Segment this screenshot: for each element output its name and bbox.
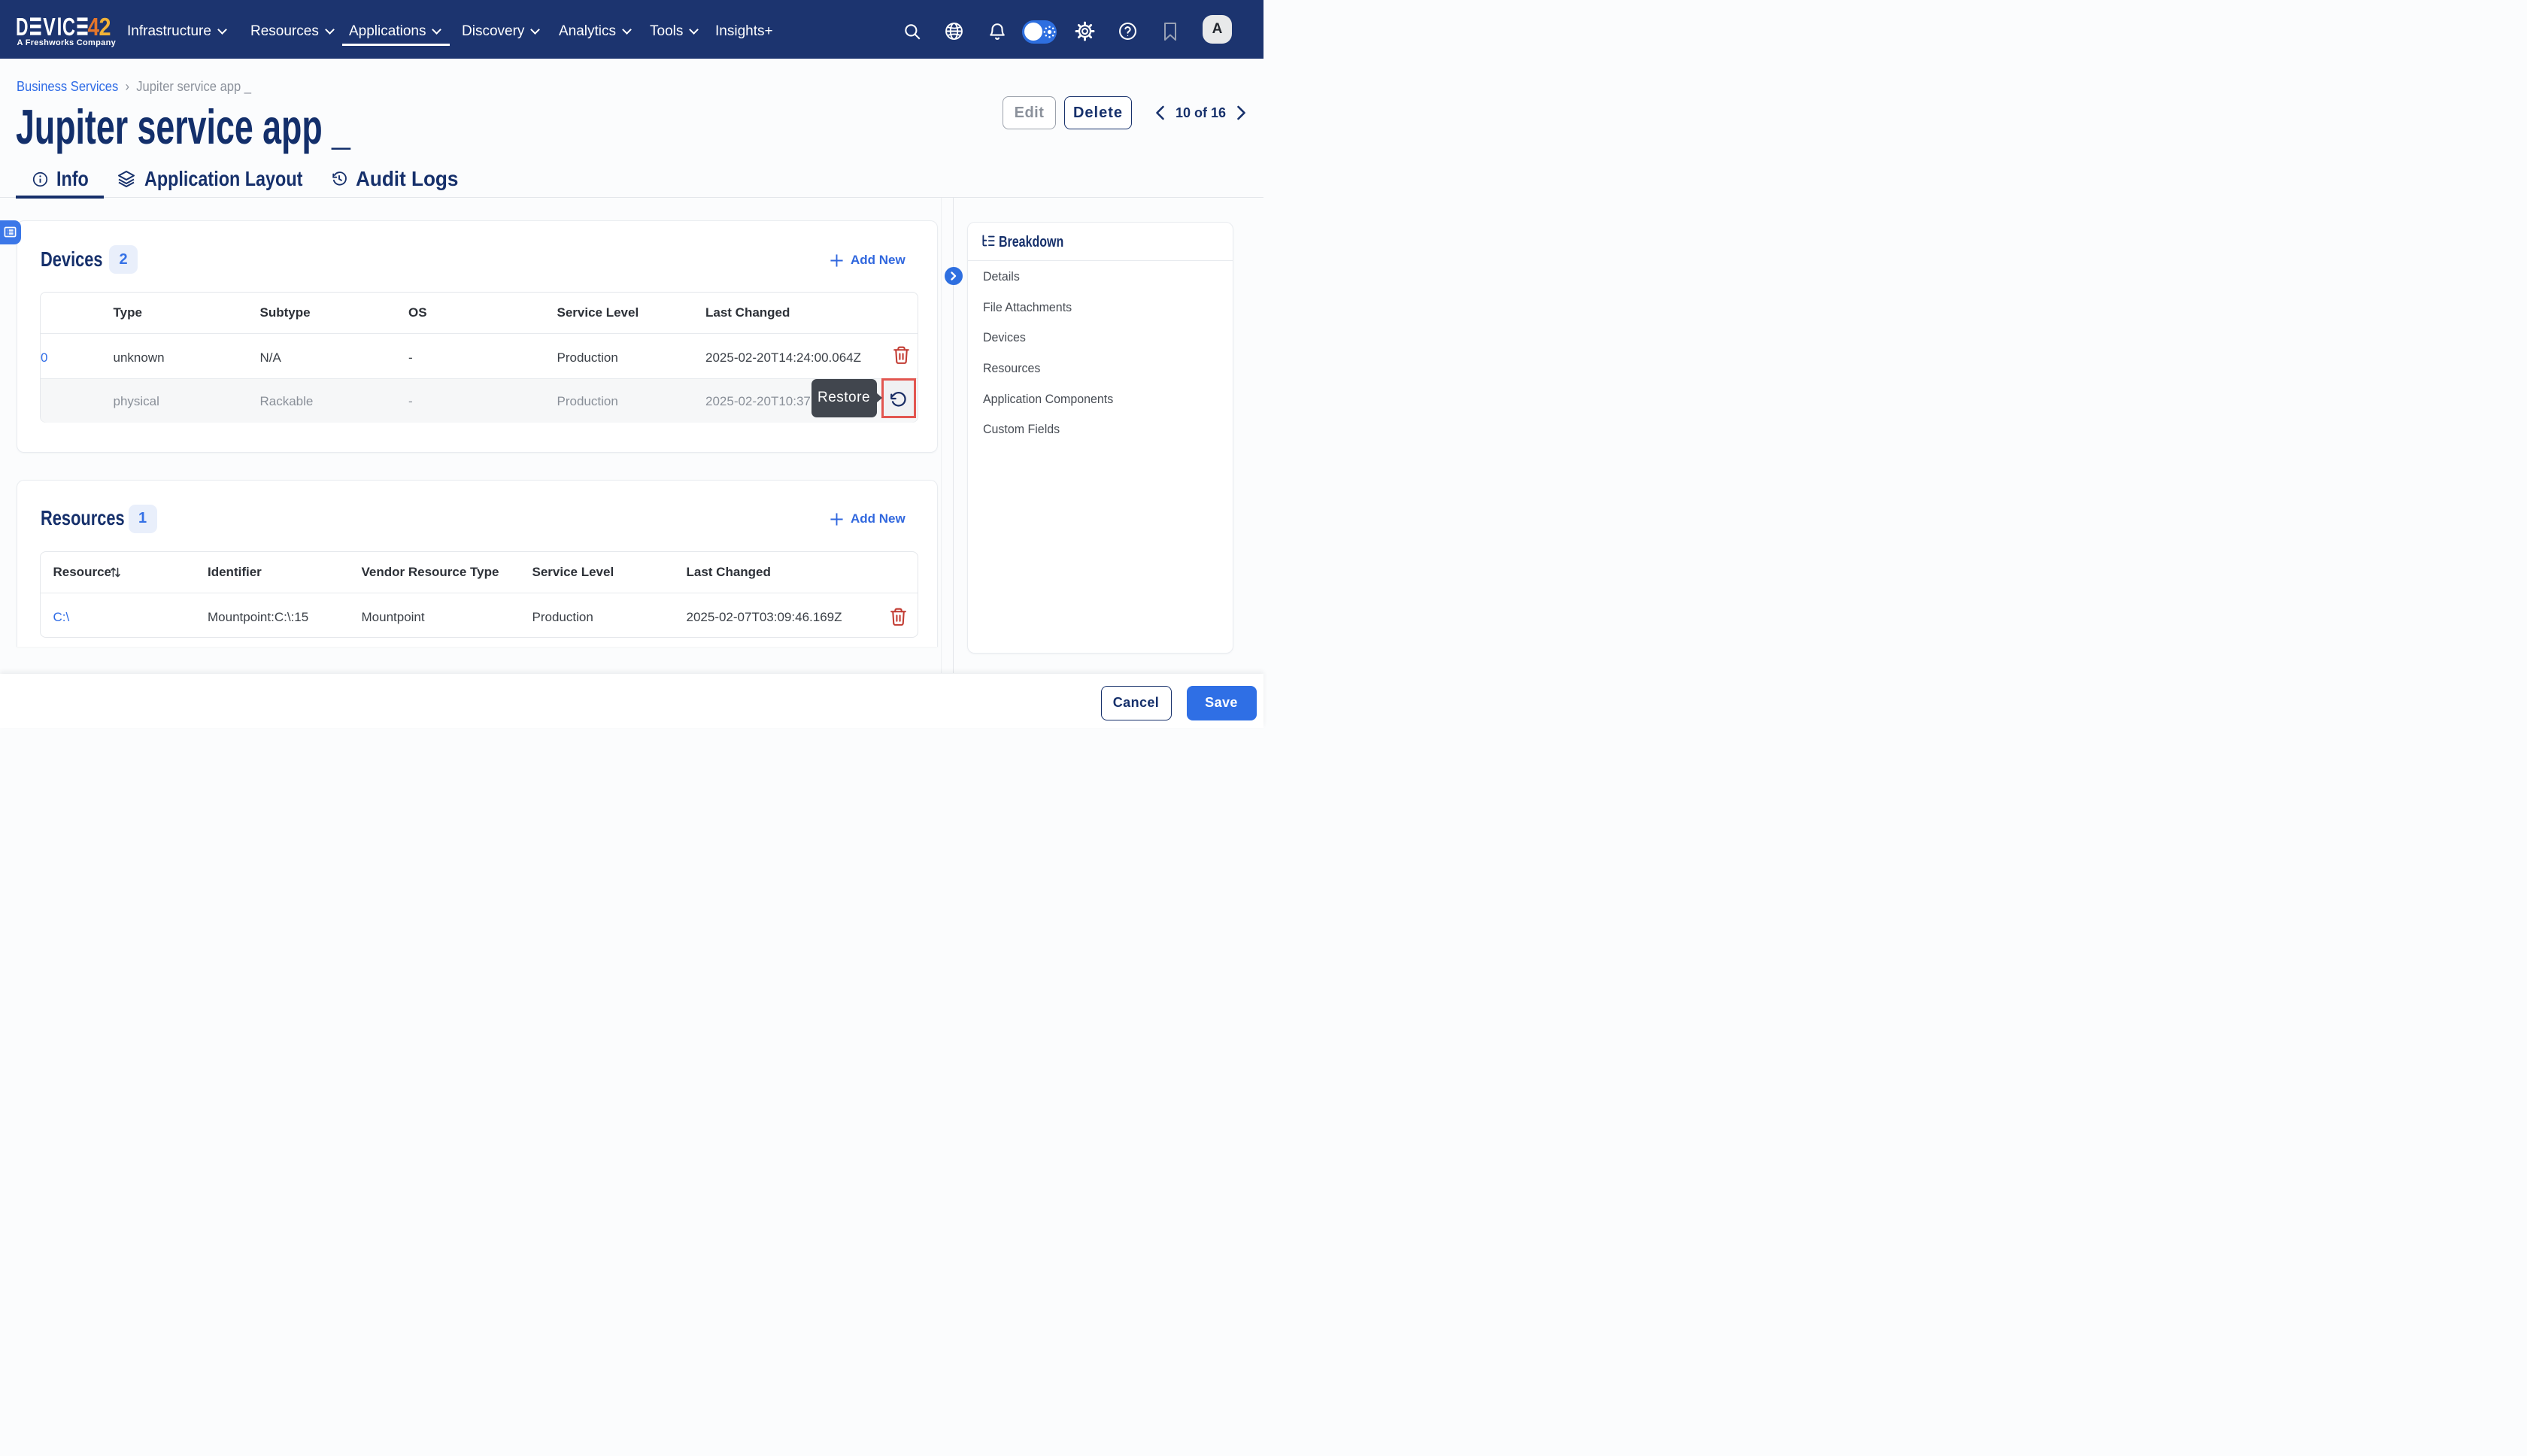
- svg-text:2: 2: [99, 17, 111, 36]
- svg-text:V: V: [43, 17, 55, 36]
- svg-text:C: C: [62, 17, 75, 36]
- svg-text:D: D: [16, 17, 29, 36]
- svg-text:4: 4: [88, 17, 100, 36]
